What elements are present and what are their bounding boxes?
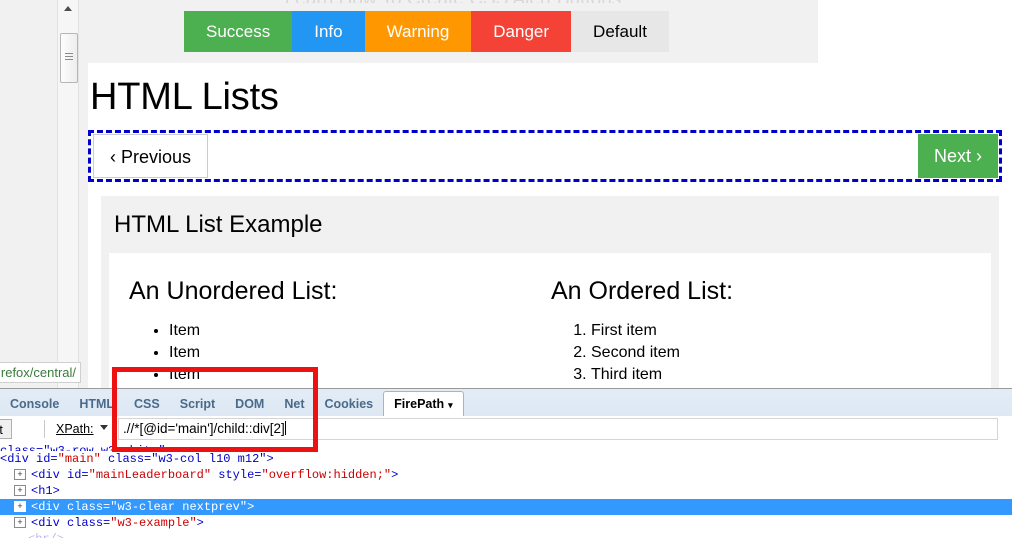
dom-row-trail: > — [391, 468, 399, 482]
toolbar-divider — [44, 420, 45, 438]
dom-attr-name: id= — [28, 452, 58, 466]
unordered-list: Item Item Item — [129, 320, 337, 386]
table-row[interactable]: + <h1> — [0, 483, 1012, 499]
tab-html[interactable]: HTML — [69, 392, 124, 416]
list-item: Item — [169, 320, 337, 342]
expand-icon[interactable]: + — [14, 485, 26, 496]
dom-tag-name: <div — [31, 516, 60, 530]
list-item: Item — [169, 342, 337, 364]
dom-row-trail: > — [196, 516, 204, 530]
alert-button-success[interactable]: Success — [184, 11, 293, 52]
page-title: HTML Lists — [90, 76, 279, 118]
tab-firepath-label: FirePath — [394, 397, 445, 411]
dom-attr-value: mainLeaderboard — [95, 468, 204, 482]
tab-console[interactable]: Console — [0, 392, 69, 416]
highlight-button[interactable]: nlight — [0, 419, 12, 439]
table-row-selected[interactable]: + <div class="w3-clear nextprev"> — [0, 499, 1012, 515]
tab-cookies[interactable]: Cookies — [315, 392, 384, 416]
dom-tag-name: <div — [0, 452, 29, 466]
scrollbar-thumb[interactable] — [60, 33, 78, 83]
dom-row-trail: class="w3-col l10 m12"> — [100, 452, 274, 466]
tab-net[interactable]: Net — [274, 392, 314, 416]
firepath-toolbar: nlight XPath: .//*[@id='main']/child::di… — [0, 416, 1012, 444]
scroll-up-arrow-icon[interactable] — [58, 0, 78, 16]
status-url-text: irefox/central/ — [0, 362, 82, 383]
dom-row-trail: > — [247, 500, 255, 514]
example-content: An Unordered List: Item Item Item An Ord… — [109, 253, 991, 388]
ordered-list-heading: An Ordered List: — [551, 277, 734, 305]
dom-tag-name: <div — [31, 500, 60, 514]
expand-icon[interactable]: + — [14, 469, 26, 480]
xpath-input-value: .//*[@id='main']/child::div[2] — [123, 421, 285, 436]
dom-row-text: <br/> — [28, 532, 64, 538]
ordered-list-column: An Ordered List: First item Second item … — [551, 253, 733, 386]
expand-icon[interactable]: + — [14, 501, 26, 512]
alert-buttons-section: Learn How To Create CSS Alert Buttons Su… — [88, 0, 818, 63]
alert-button-info[interactable]: Info — [292, 11, 365, 52]
text-cursor — [284, 421, 286, 435]
xpath-input[interactable]: .//*[@id='main']/child::div[2] — [118, 418, 998, 440]
alert-button-default[interactable]: Default — [571, 11, 669, 52]
alert-buttons-row: Success Info Warning Danger Default — [184, 11, 669, 52]
dom-tag-name: <h1> — [31, 484, 60, 498]
tab-script[interactable]: Script — [170, 392, 225, 416]
dom-attr-value: w3-example — [117, 516, 190, 530]
browser-content-area: Learn How To Create CSS Alert Buttons Su… — [0, 0, 1012, 388]
dom-attr-value: overflow:hidden; — [268, 468, 384, 482]
table-row[interactable]: <div id="main" class="w3-col l10 m12"> — [0, 451, 1012, 467]
table-row[interactable]: + <div class="w3-example"> — [0, 515, 1012, 531]
firebug-tab-list: Console HTML CSS Script DOM Net Cookies … — [0, 389, 464, 417]
list-item: Third item — [591, 364, 733, 386]
alert-button-warning[interactable]: Warning — [364, 11, 472, 52]
table-row[interactable]: + <div id="mainLeaderboard" style="overfl… — [0, 467, 1012, 483]
dom-row-text: class="w3-row w3-white"> — [0, 444, 173, 451]
xpath-selector-label[interactable]: XPath: — [56, 420, 94, 439]
xpath-dropdown-caret-icon[interactable] — [100, 425, 108, 430]
dom-attr-value: " — [57, 452, 65, 466]
alert-section-title: Learn How To Create CSS Alert Buttons — [88, 0, 818, 3]
chevron-down-icon[interactable]: ▾ — [448, 400, 453, 410]
dom-row[interactable]: class="w3-row w3-white"> — [0, 443, 1012, 451]
unordered-list-column: An Unordered List: Item Item Item — [129, 253, 337, 386]
nextprev-navigation: ‹ Previous Next › — [88, 130, 1002, 182]
dom-attr-value: w3-clear nextprev — [117, 500, 240, 514]
list-item: First item — [591, 320, 733, 342]
tab-dom[interactable]: DOM — [225, 392, 274, 416]
example-card: HTML List Example An Unordered List: Ite… — [101, 196, 999, 388]
dom-attr-value: main — [64, 452, 94, 466]
dom-tag-name: <div — [31, 468, 60, 482]
tab-css[interactable]: CSS — [124, 392, 170, 416]
firebug-tabbar: Console HTML CSS Script DOM Net Cookies … — [0, 389, 1012, 417]
tab-firepath[interactable]: FirePath ▾ — [383, 391, 464, 417]
expand-icon[interactable]: + — [14, 517, 26, 528]
ordered-list: First item Second item Third item — [551, 320, 733, 386]
firebug-panel: Console HTML CSS Script DOM Net Cookies … — [0, 388, 1012, 538]
alert-button-danger[interactable]: Danger — [471, 11, 572, 52]
list-item: Second item — [591, 342, 733, 364]
previous-button[interactable]: ‹ Previous — [93, 134, 209, 178]
scrollbar-grip-icon — [65, 53, 73, 60]
dom-tree[interactable]: class="w3-row w3-white"> <div id="main" … — [0, 443, 1012, 538]
next-button[interactable]: Next › — [917, 134, 998, 178]
unordered-list-heading: An Unordered List: — [129, 277, 338, 305]
example-title: HTML List Example — [114, 211, 323, 238]
xpath-label-text: XPath: — [56, 422, 94, 436]
vertical-scrollbar[interactable] — [57, 0, 79, 388]
list-item: Item — [169, 364, 337, 386]
